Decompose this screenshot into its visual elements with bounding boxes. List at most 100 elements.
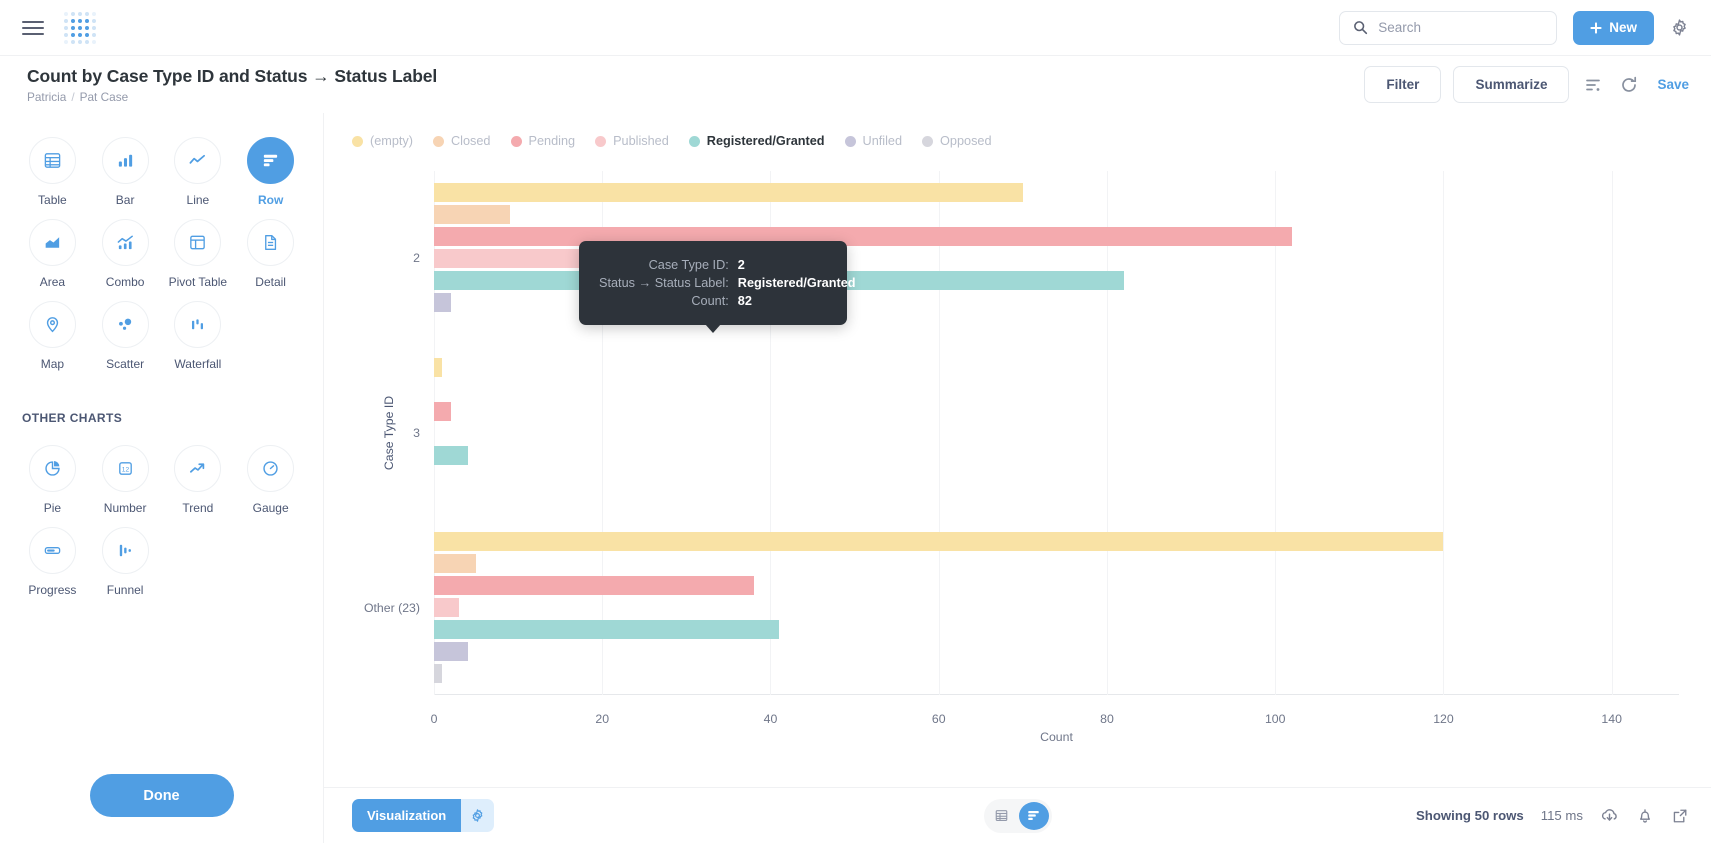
breadcrumb-separator: /	[71, 89, 75, 104]
row-chart-icon	[247, 137, 295, 184]
table-icon	[28, 137, 76, 184]
chart-bar[interactable]	[434, 598, 460, 618]
question-header-actions: Filter Summarize Save	[1364, 66, 1689, 103]
legend-item[interactable]: Pending	[510, 134, 576, 148]
chart-type-grid: Table Bar Line Row Area Combo Pivot Tabl…	[16, 137, 307, 371]
visualization-toggle-group: Visualization	[352, 799, 495, 832]
chart-bar[interactable]	[434, 445, 468, 465]
chart-bar[interactable]	[434, 204, 510, 224]
chart-bar[interactable]	[434, 401, 451, 421]
chart-type-funnel[interactable]: Funnel	[89, 527, 162, 597]
chart-type-row[interactable]: Row	[234, 137, 307, 207]
bell-icon[interactable]	[1636, 807, 1654, 825]
notebook-icon[interactable]	[1581, 73, 1605, 97]
chart-type-pivot-table[interactable]: Pivot Table	[162, 219, 235, 289]
gear-icon[interactable]	[1670, 18, 1689, 37]
page-title[interactable]: Count by Case Type ID and Status → Statu…	[27, 66, 437, 87]
chart-bar[interactable]	[434, 357, 443, 377]
chart-bar[interactable]	[434, 576, 754, 596]
legend-item[interactable]: Published	[595, 134, 669, 148]
chart-tooltip: Case Type ID: 2 Status → Status Label: Regi…	[579, 241, 856, 333]
visualization-sidebar: Table Bar Line Row Area Combo Pivot Tabl…	[0, 113, 324, 843]
chart-bar[interactable]	[434, 532, 1444, 552]
chart-bar[interactable]	[434, 620, 779, 640]
chart-type-bar[interactable]: Bar	[89, 137, 162, 207]
legend-item[interactable]: Opposed	[922, 134, 992, 148]
gear-icon[interactable]	[461, 799, 495, 832]
chart-bar[interactable]	[434, 292, 451, 312]
legend-label: (empty)	[370, 134, 413, 148]
chart-bar[interactable]	[434, 248, 603, 268]
breadcrumb-collection[interactable]: Patricia	[27, 90, 66, 104]
chart-type-gauge[interactable]: Gauge	[234, 445, 307, 515]
refresh-icon[interactable]	[1617, 73, 1641, 97]
x-gridline	[1611, 171, 1613, 695]
save-button[interactable]: Save	[1657, 77, 1689, 92]
summarize-button[interactable]: Summarize	[1453, 66, 1570, 103]
tooltip-value: 82	[737, 294, 752, 308]
legend-item[interactable]: (empty)	[352, 134, 413, 148]
question-header: Count by Case Type ID and Status → Statu…	[0, 56, 1711, 113]
search-input[interactable]: Search	[1339, 10, 1558, 45]
legend-label: Registered/Granted	[706, 134, 825, 148]
chart-type-combo[interactable]: Combo	[89, 219, 162, 289]
chart-type-map[interactable]: Map	[16, 301, 89, 371]
chart-type-number[interactable]: 12 Number	[89, 445, 162, 515]
chart-type-label: Table	[38, 193, 67, 207]
new-button[interactable]: New	[1573, 10, 1654, 45]
visualization-button[interactable]: Visualization	[352, 799, 462, 832]
chart-type-detail[interactable]: Detail	[234, 219, 307, 289]
hamburger-icon[interactable]	[22, 17, 44, 39]
metabase-logo[interactable]	[64, 11, 96, 44]
chart-type-label: Line	[186, 193, 210, 207]
chart-type-label: Area	[39, 275, 66, 289]
pivot-table-icon	[174, 219, 222, 266]
chart-bar[interactable]	[434, 664, 443, 684]
chart-type-line[interactable]: Line	[162, 137, 235, 207]
chart-type-pie[interactable]: Pie	[16, 445, 89, 515]
new-button-label: New	[1609, 20, 1637, 35]
plot-wrapper: Case Type ID Count 0 20 40 60 80 100 120 140 2 3 O…	[324, 149, 1711, 787]
chart-bar[interactable]	[434, 226, 1293, 246]
funnel-icon	[101, 527, 149, 574]
legend-color-swatch	[510, 135, 522, 147]
top-nav-right-group: Search New	[1339, 10, 1689, 45]
tooltip-arrow	[705, 324, 721, 333]
chart-type-label: Trend	[182, 501, 214, 515]
tooltip-row: Count: 82	[599, 292, 856, 310]
tooltip-row: Status → Status Label: Registered/Granted	[599, 274, 856, 292]
chart-bar[interactable]	[434, 182, 1023, 202]
x-axis-title: Count	[1040, 730, 1073, 744]
chart-type-waterfall[interactable]: Waterfall	[162, 301, 235, 371]
filter-button[interactable]: Filter	[1364, 66, 1442, 103]
chart-container: (empty) Closed Pending Published Registered/…	[324, 113, 1711, 787]
search-placeholder-text: Search	[1378, 20, 1422, 35]
chart-type-progress[interactable]: Progress	[16, 527, 89, 597]
legend-label: Pending	[528, 134, 576, 148]
chart-type-trend[interactable]: Trend	[162, 445, 235, 515]
chart-type-table[interactable]: Table	[16, 137, 89, 207]
legend-item[interactable]: Unfiled	[844, 134, 902, 148]
chart-type-area[interactable]: Area	[16, 219, 89, 289]
legend-item[interactable]: Closed	[433, 134, 491, 148]
chart-type-label: Pie	[43, 501, 62, 515]
chart-bar[interactable]	[434, 554, 477, 574]
download-cloud-icon[interactable]	[1600, 806, 1619, 825]
sidebar-footer: Done	[0, 774, 323, 843]
x-tick-label: 120	[1433, 712, 1454, 726]
table-view-toggle[interactable]	[987, 802, 1017, 830]
breadcrumb-table[interactable]: Pat Case	[80, 90, 129, 104]
legend-item[interactable]: Registered/Granted	[688, 134, 825, 148]
map-pin-icon	[28, 301, 76, 348]
metabase-question-page: Search New Count by Case Type ID and Sta…	[0, 0, 1711, 843]
top-navigation-bar: Search New	[0, 0, 1711, 56]
chart-type-scatter[interactable]: Scatter	[89, 301, 162, 371]
done-button[interactable]: Done	[89, 774, 234, 817]
chart-bar[interactable]	[434, 642, 468, 662]
legend-color-swatch	[688, 135, 700, 147]
svg-text:12: 12	[121, 466, 129, 473]
trend-arrow-icon	[174, 445, 222, 492]
external-link-icon[interactable]	[1671, 807, 1689, 825]
chart-view-toggle[interactable]	[1018, 801, 1049, 830]
chart-type-label: Waterfall	[174, 357, 222, 371]
